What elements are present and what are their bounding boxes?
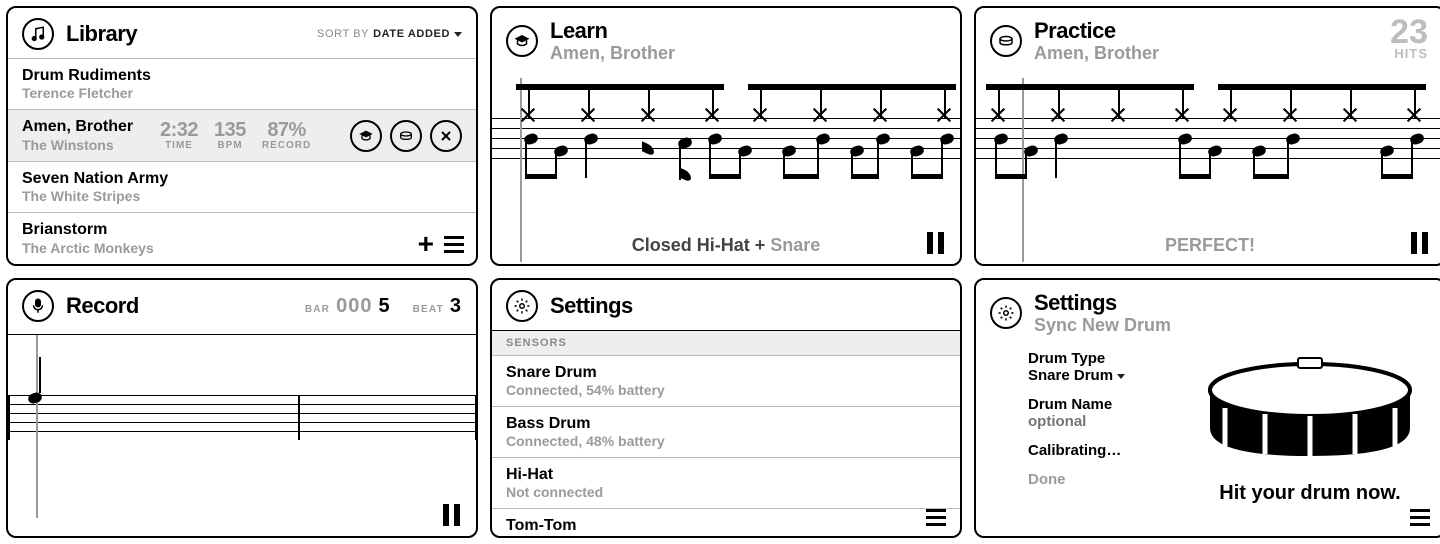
track-title: Brianstorm	[22, 221, 154, 239]
record-score	[8, 334, 476, 484]
menu-icon[interactable]	[444, 236, 464, 253]
gear-icon	[990, 297, 1022, 329]
current-hit-label: Closed Hi-Hat + Snare	[492, 235, 960, 256]
menu-icon[interactable]	[1410, 509, 1430, 526]
menu-icon[interactable]	[926, 509, 946, 526]
drum-type-select[interactable]: Snare Drum	[1028, 367, 1190, 384]
playhead	[36, 335, 38, 518]
sort-by-label: SORT BY	[317, 28, 369, 40]
bar-beat-display: BAR 0005 BEAT 3	[305, 295, 462, 318]
track-record: 87% RECORD	[262, 120, 311, 152]
track-artist: The Winstons	[22, 137, 152, 153]
settings-title: Settings	[550, 293, 633, 319]
practice-status: PERFECT!	[976, 235, 1440, 256]
music-score	[492, 78, 960, 198]
drum-illustration: Hit your drum now.	[1190, 350, 1430, 505]
library-row[interactable]: Drum Rudiments Terence Fletcher	[8, 58, 476, 109]
chevron-down-icon	[1117, 374, 1125, 379]
music-note-icon	[22, 18, 54, 50]
record-title: Record	[66, 293, 139, 319]
learn-title: Learn	[550, 18, 675, 43]
settings-sync-panel: Settings Sync New Drum Drum Type Snare D…	[974, 278, 1440, 538]
library-row-selected[interactable]: Amen, Brother The Winstons 2:32 TIME 135…	[8, 109, 476, 160]
section-label: SENSORS	[492, 330, 960, 356]
drum-icon	[990, 25, 1022, 57]
pause-button[interactable]	[443, 504, 460, 526]
track-artist: The White Stripes	[22, 188, 168, 204]
record-panel: Record BAR 0005 BEAT 3	[6, 278, 478, 538]
track-title: Drum Rudiments	[22, 67, 152, 85]
track-artist: Terence Fletcher	[22, 85, 152, 101]
track-bpm: 135 BPM	[214, 120, 246, 152]
gear-icon	[506, 290, 538, 322]
add-track-button[interactable]: +	[418, 230, 434, 258]
library-title: Library	[66, 21, 137, 47]
library-header: Library SORT BY DATE ADDED	[8, 8, 476, 58]
sensor-row[interactable]: Bass Drum Connected, 48% battery	[492, 407, 960, 458]
track-title: Seven Nation Army	[22, 170, 168, 188]
sensor-row[interactable]: Snare Drum Connected, 54% battery	[492, 356, 960, 407]
learn-subtitle: Amen, Brother	[550, 43, 675, 64]
practice-header: Practice Amen, Brother	[976, 8, 1440, 72]
practice-title: Practice	[1034, 18, 1159, 43]
sort-by-control[interactable]: SORT BY DATE ADDED	[317, 28, 462, 40]
track-title: Amen, Brother	[22, 118, 152, 136]
hit-prompt: Hit your drum now.	[1219, 482, 1400, 505]
practice-panel: Practice Amen, Brother 23 HITS	[974, 6, 1440, 266]
done-button[interactable]: Done	[1028, 471, 1190, 488]
library-panel: Library SORT BY DATE ADDED Drum Rudiment…	[6, 6, 478, 266]
settings-panel: Settings SENSORS Snare Drum Connected, 5…	[490, 278, 962, 538]
sort-by-value: DATE ADDED	[373, 28, 450, 40]
settings-sync-header: Settings Sync New Drum	[976, 280, 1440, 344]
music-score	[976, 78, 1440, 198]
learn-button[interactable]	[350, 120, 382, 152]
chevron-down-icon	[454, 32, 462, 37]
practice-button[interactable]	[390, 120, 422, 152]
record-header: Record BAR 0005 BEAT 3	[8, 280, 476, 330]
close-button[interactable]	[430, 120, 462, 152]
library-row[interactable]: Brianstorm The Arctic Monkeys	[8, 212, 476, 263]
pause-button[interactable]	[927, 232, 944, 254]
learn-panel: Learn Amen, Brother	[490, 6, 962, 266]
practice-subtitle: Amen, Brother	[1034, 43, 1159, 64]
settings-sync-subtitle: Sync New Drum	[1034, 315, 1171, 336]
drum-name-label: Drum Name	[1028, 396, 1190, 413]
sensor-row[interactable]: Hi-Hat Not connected	[492, 458, 960, 509]
learn-header: Learn Amen, Brother	[492, 8, 960, 72]
hit-counter: 23 HITS	[1390, 16, 1428, 61]
note	[28, 393, 42, 403]
microphone-icon	[22, 290, 54, 322]
sensor-row[interactable]: Tom-Tom	[492, 509, 960, 538]
settings-header: Settings	[492, 280, 960, 330]
library-row[interactable]: Seven Nation Army The White Stripes	[8, 161, 476, 212]
graduation-cap-icon	[506, 25, 538, 57]
drum-type-label: Drum Type	[1028, 350, 1190, 367]
track-artist: The Arctic Monkeys	[22, 240, 154, 256]
track-time: 2:32 TIME	[160, 120, 198, 152]
settings-sync-title: Settings	[1034, 290, 1171, 315]
calibrating-label: Calibrating…	[1028, 442, 1190, 459]
pause-button[interactable]	[1411, 232, 1428, 254]
